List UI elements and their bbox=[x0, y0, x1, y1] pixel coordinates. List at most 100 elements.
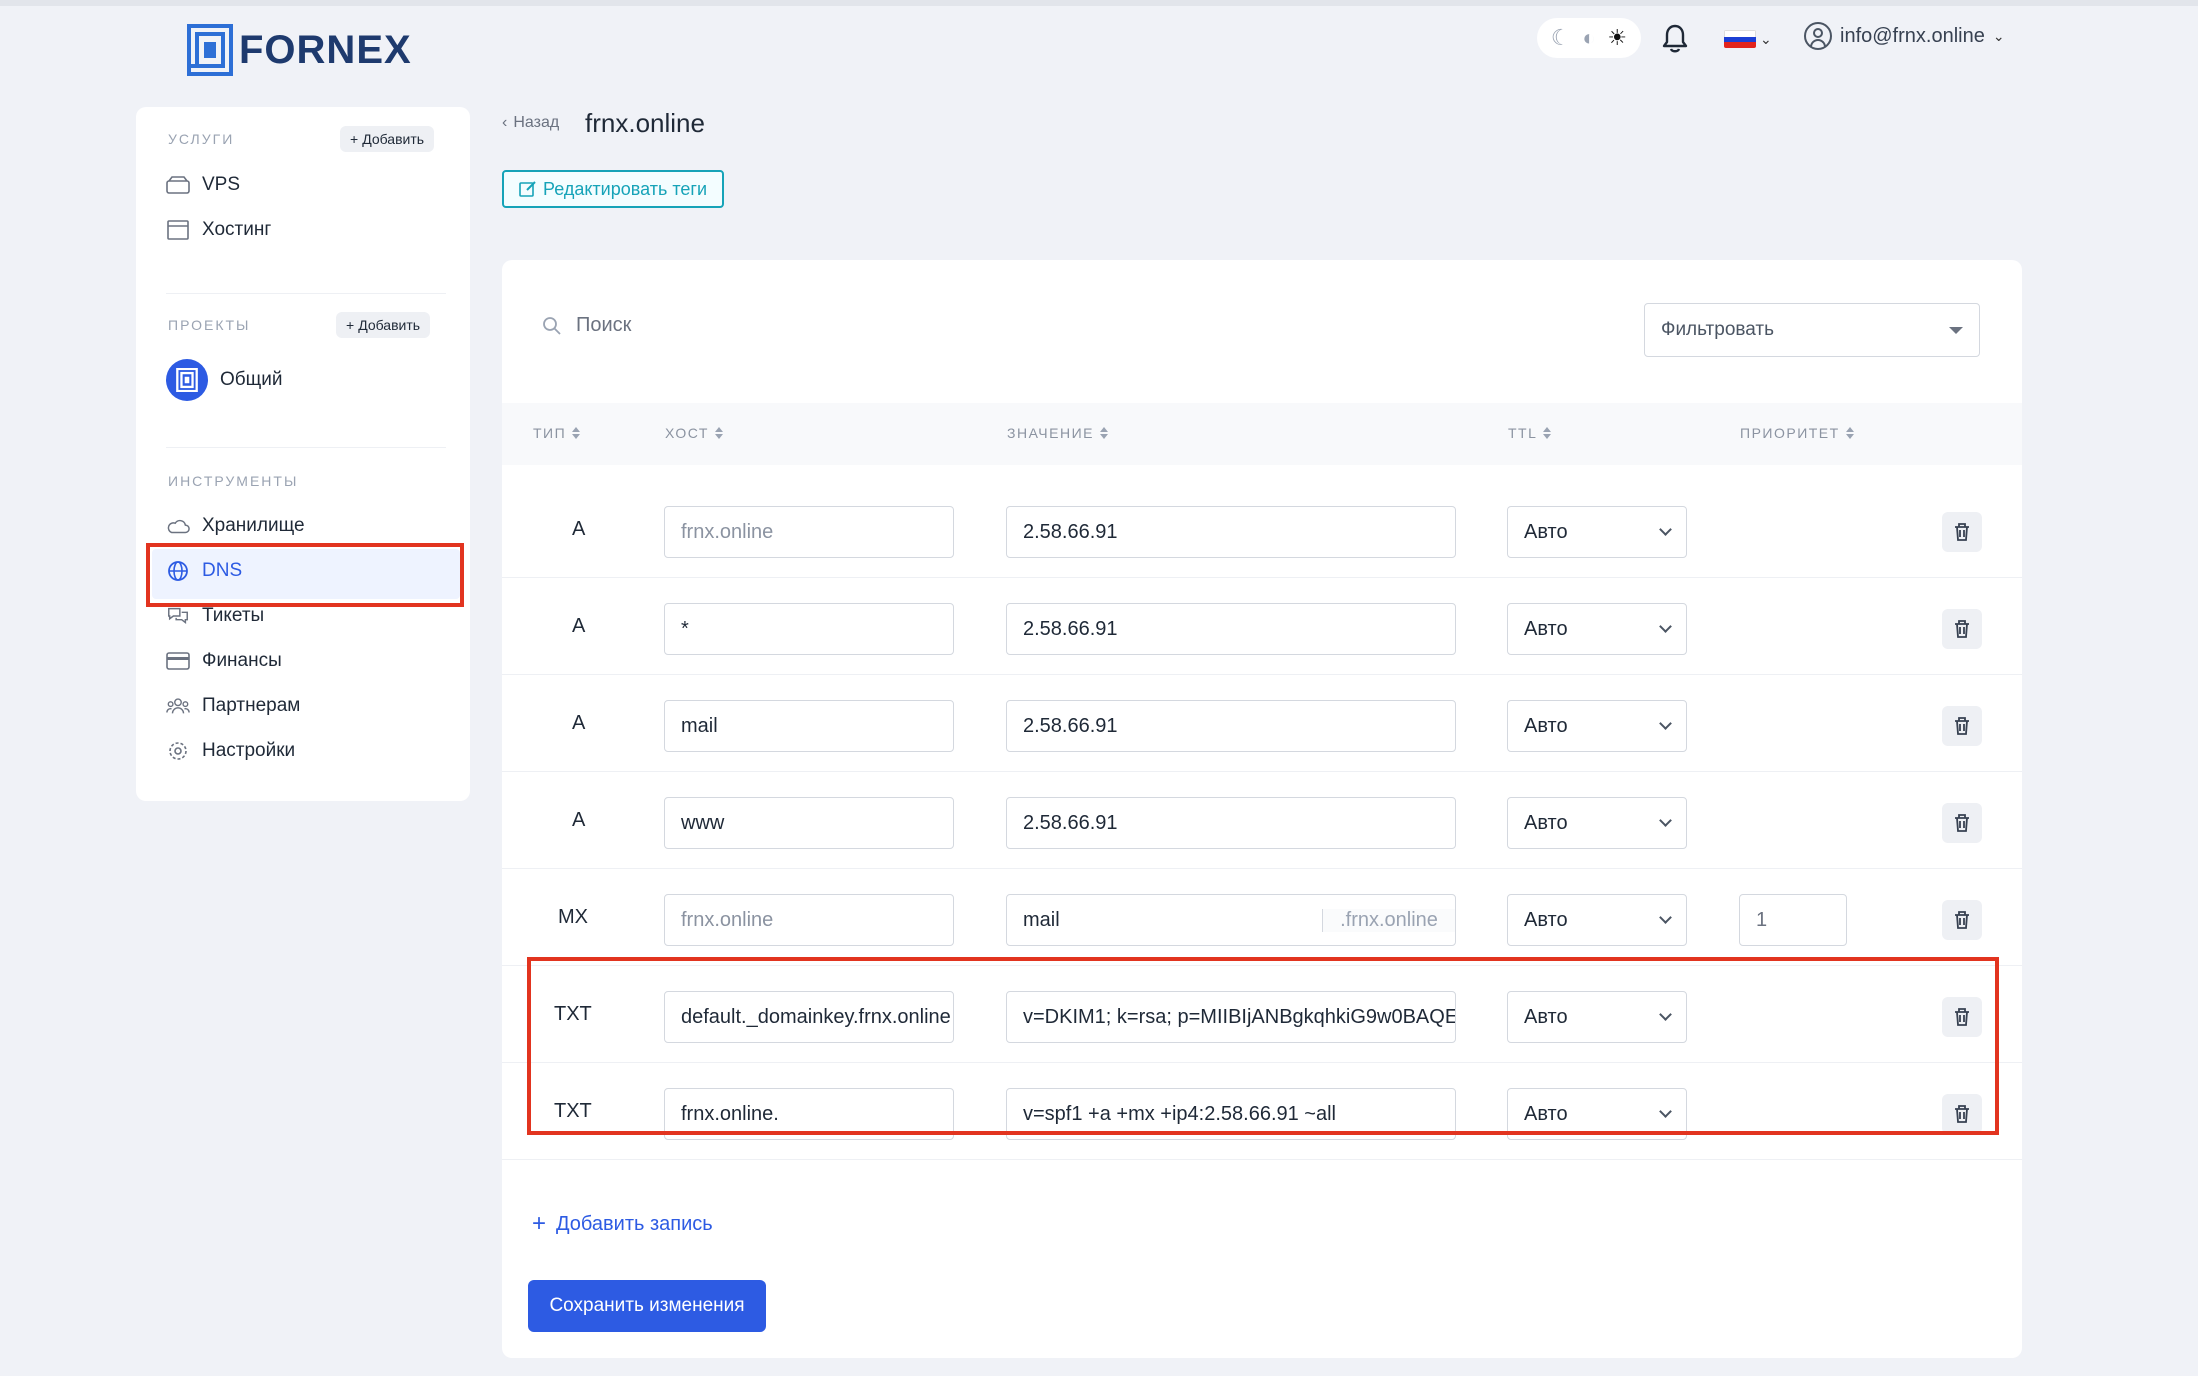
add-service-button[interactable]: + Добавить bbox=[340, 126, 435, 152]
delete-button[interactable] bbox=[1942, 900, 1982, 940]
divider bbox=[166, 293, 446, 294]
language-selector[interactable]: ⌄ bbox=[1724, 30, 1772, 48]
sort-icon bbox=[572, 427, 581, 439]
chevron-down-icon bbox=[1659, 620, 1672, 633]
sun-icon[interactable]: ☀ bbox=[1607, 27, 1627, 49]
dns-highlight-box bbox=[146, 543, 464, 607]
record-type: A bbox=[572, 615, 586, 637]
search-icon bbox=[543, 316, 561, 335]
table-row: A frnx.online 2.58.66.91 Авто bbox=[502, 482, 2022, 578]
search-input[interactable]: Поиск bbox=[576, 314, 631, 337]
host-input[interactable]: frnx.online bbox=[664, 506, 954, 558]
plus-icon: + bbox=[350, 131, 359, 147]
column-ttl[interactable]: TTL bbox=[1508, 425, 1552, 441]
delete-button[interactable] bbox=[1942, 609, 1982, 649]
delete-button[interactable] bbox=[1942, 706, 1982, 746]
users-icon bbox=[166, 695, 190, 717]
ttl-select[interactable]: Авто bbox=[1507, 797, 1687, 849]
user-email: info@frnx.online bbox=[1840, 24, 1985, 47]
value-input[interactable]: 2.58.66.91 bbox=[1006, 603, 1456, 655]
ttl-select[interactable]: Авто bbox=[1507, 506, 1687, 558]
chevron-down-icon bbox=[1659, 717, 1672, 730]
sidebar-item-finance[interactable]: Финансы bbox=[166, 650, 282, 672]
record-type: A bbox=[572, 809, 586, 831]
delete-button[interactable] bbox=[1942, 512, 1982, 552]
chevron-left-icon: ‹ bbox=[502, 114, 508, 131]
moon-icon[interactable]: ☾ bbox=[1551, 27, 1571, 49]
edit-icon bbox=[519, 181, 536, 197]
sort-icon bbox=[1845, 427, 1854, 439]
column-value[interactable]: ЗНАЧЕНИЕ bbox=[1007, 425, 1108, 441]
table-row: A mail 2.58.66.91 Авто bbox=[502, 676, 2022, 772]
trash-icon bbox=[1955, 911, 1969, 929]
edit-tags-button[interactable]: Редактировать теги bbox=[502, 170, 724, 208]
credit-card-icon bbox=[166, 650, 190, 672]
sidebar-item-tickets[interactable]: Тикеты bbox=[166, 605, 264, 627]
back-link[interactable]: ‹ Назад bbox=[502, 114, 559, 132]
chevron-down-icon: ⌄ bbox=[1992, 27, 2005, 44]
bell-icon[interactable] bbox=[1660, 22, 1690, 54]
host-input[interactable]: * bbox=[664, 603, 954, 655]
chevron-down-icon bbox=[1659, 814, 1672, 827]
host-input[interactable]: www bbox=[664, 797, 954, 849]
trash-icon bbox=[1955, 814, 1969, 832]
txt-records-highlight-box bbox=[527, 957, 1999, 1135]
add-record-button[interactable]: + Добавить запись bbox=[532, 1210, 713, 1238]
ttl-select[interactable]: Авто bbox=[1507, 894, 1687, 946]
value-input[interactable]: mail .frnx.online bbox=[1006, 894, 1456, 946]
sort-icon bbox=[714, 427, 723, 439]
sidebar: УСЛУГИ + Добавить VPS Хостинг ПРОЕКТЫ + До… bbox=[136, 107, 470, 801]
chat-bubbles-icon bbox=[166, 605, 190, 627]
column-priority[interactable]: ПРИОРИТЕТ bbox=[1740, 425, 1854, 441]
sidebar-item-storage[interactable]: Хранилище bbox=[166, 515, 305, 537]
value-input[interactable]: 2.58.66.91 bbox=[1006, 797, 1456, 849]
project-item-general[interactable]: Общий bbox=[166, 359, 283, 401]
server-icon bbox=[166, 174, 190, 196]
sidebar-item-vps[interactable]: VPS bbox=[166, 174, 240, 196]
top-strip bbox=[0, 0, 2198, 6]
ttl-select[interactable]: Авто bbox=[1507, 700, 1687, 752]
table-row: A www 2.58.66.91 Авто bbox=[502, 773, 2022, 869]
services-title: УСЛУГИ bbox=[168, 131, 235, 147]
cloud-icon bbox=[166, 515, 190, 537]
add-project-button[interactable]: + Добавить bbox=[336, 312, 431, 338]
priority-input[interactable]: 1 bbox=[1739, 894, 1847, 946]
sidebar-item-hosting[interactable]: Хостинг bbox=[166, 219, 271, 241]
tools-title: ИНСТРУМЕНТЫ bbox=[168, 473, 299, 489]
theme-toggle[interactable]: ☾ ◐ ☀ bbox=[1537, 18, 1641, 58]
host-input[interactable]: mail bbox=[664, 700, 954, 752]
browser-window-icon bbox=[166, 219, 190, 241]
sidebar-item-partners[interactable]: Партнерам bbox=[166, 695, 300, 717]
record-type: A bbox=[572, 712, 586, 734]
column-type[interactable]: ТИП bbox=[533, 425, 581, 441]
table-row: A * 2.58.66.91 Авто bbox=[502, 579, 2022, 675]
host-input[interactable]: frnx.online bbox=[664, 894, 954, 946]
value-input[interactable]: 2.58.66.91 bbox=[1006, 700, 1456, 752]
half-circle-icon[interactable]: ◐ bbox=[1582, 27, 1595, 49]
sidebar-item-settings[interactable]: Настройки bbox=[166, 740, 295, 762]
logo[interactable]: FORNEX bbox=[187, 24, 412, 76]
sort-icon bbox=[1543, 427, 1552, 439]
user-menu[interactable]: info@frnx.online ⌄ bbox=[1804, 22, 2005, 50]
projects-title: ПРОЕКТЫ bbox=[168, 317, 251, 333]
plus-icon: + bbox=[532, 1210, 547, 1237]
chevron-down-icon bbox=[1659, 523, 1672, 536]
table-row: MX frnx.online mail .frnx.online Авто 1 bbox=[502, 870, 2022, 966]
chevron-down-icon: ⌄ bbox=[1760, 30, 1772, 47]
divider bbox=[166, 447, 446, 448]
caret-down-icon bbox=[1949, 326, 1963, 334]
column-host[interactable]: ХОСТ bbox=[665, 425, 723, 441]
search-box[interactable]: Поиск bbox=[542, 314, 631, 337]
logo-icon bbox=[187, 24, 233, 76]
save-changes-button[interactable]: Сохранить изменения bbox=[528, 1280, 766, 1332]
sort-icon bbox=[1100, 427, 1108, 439]
ttl-select[interactable]: Авто bbox=[1507, 603, 1687, 655]
filter-select[interactable]: Фильтровать bbox=[1644, 303, 1980, 357]
project-avatar bbox=[166, 359, 208, 401]
dns-records-card: Поиск Фильтровать ТИП ХОСТ ЗНАЧЕНИЕ TTL … bbox=[502, 260, 2022, 1358]
record-type: MX bbox=[558, 906, 588, 928]
gear-icon bbox=[166, 740, 190, 762]
page-title: frnx.online bbox=[585, 108, 705, 138]
value-input[interactable]: 2.58.66.91 bbox=[1006, 506, 1456, 558]
delete-button[interactable] bbox=[1942, 803, 1982, 843]
